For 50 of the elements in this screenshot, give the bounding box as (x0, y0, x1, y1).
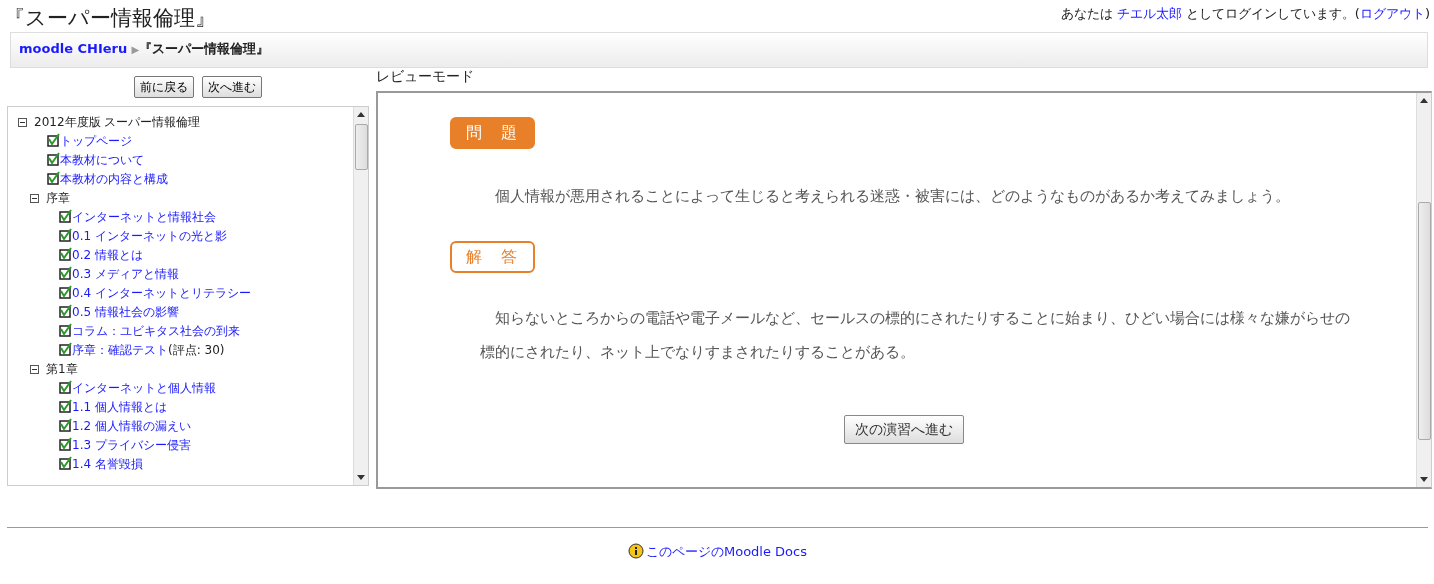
mode-label: レビューモード (376, 67, 475, 86)
login-text: ) (1424, 6, 1430, 21)
page-link[interactable]: 0.2 情報とは (72, 248, 143, 262)
login-text: あなたは (1060, 6, 1114, 21)
section-title: 序章 (46, 191, 70, 205)
collapse-toggle[interactable] (30, 365, 39, 374)
page-link[interactable]: 本教材について (60, 153, 144, 167)
body-text: 知らないところからの電話や電子メールなど、セールスの標的にされたりすることに始まり、ひどい場合には様々な嫌がらせの標的にされたり、ネット上でなりすまされたりすることがある。 (479, 308, 1351, 363)
page-link[interactable]: インターネットと情報社会 (72, 210, 216, 224)
separator-icon: ▶ (131, 44, 140, 55)
collapse-toggle[interactable] (18, 118, 27, 127)
scrollbar[interactable] (1416, 93, 1431, 487)
breadcrumb-current: 『スーパー情報倫理』 (139, 41, 270, 56)
next-button[interactable]: 次の演習へ進む (844, 415, 964, 444)
section-title: 第1章 (46, 362, 78, 376)
section-heading: 解 答 (450, 241, 535, 273)
page-link[interactable]: トップページ (60, 134, 132, 148)
page-link[interactable]: 0.3 メディアと情報 (72, 267, 179, 281)
page-link[interactable]: 0.4 インターネットとリテラシー (72, 286, 251, 300)
page-link[interactable]: 1.2 個人情報の漏えい (72, 419, 191, 433)
grade-text: (評点: 30) (168, 343, 225, 357)
scroll-up-icon[interactable] (1420, 98, 1428, 103)
page-link[interactable]: コラム：ユビキタス社会の到来 (72, 324, 240, 338)
docs-link[interactable]: このページのMoodle Docs (646, 544, 807, 559)
page-title: 『スーパー情報倫理』 (3, 5, 216, 32)
info-icon (628, 543, 644, 559)
body-text: 個人情報が悪用されることによって生じると考えられる迷惑・被害には、どのようなものがあるか考えてみましょう。 (494, 186, 1291, 207)
page-link[interactable]: 0.5 情報社会の影響 (72, 305, 179, 319)
page-link[interactable]: インターネットと個人情報 (72, 381, 216, 395)
page-link[interactable]: 本教材の内容と構成 (60, 172, 168, 186)
page-link[interactable]: 1.1 個人情報とは (72, 400, 167, 414)
section-title: 2012年度版 スーパー情報倫理 (34, 115, 201, 129)
scroll-up-icon[interactable] (357, 112, 365, 117)
breadcrumb-link[interactable]: moodle CHIeru (19, 41, 128, 56)
page-link[interactable]: 1.4 名誉毀損 (72, 457, 143, 471)
scrollbar[interactable] (353, 107, 368, 485)
section-heading: 問 題 (450, 117, 535, 149)
page-link[interactable]: 0.1 インターネットの光と影 (72, 229, 227, 243)
user-link[interactable]: チエル太郎 (1116, 6, 1182, 21)
scroll-down-icon[interactable] (1420, 477, 1428, 482)
nav-button[interactable]: 前に戻る (134, 76, 194, 98)
scroll-thumb[interactable] (1417, 202, 1431, 440)
login-text: としてログインしています。( (1184, 6, 1360, 21)
logout-link[interactable]: ログアウト (1359, 6, 1425, 21)
page-link[interactable]: 1.3 プライバシー侵害 (72, 438, 191, 452)
nav-button[interactable]: 次へ進む (202, 76, 262, 98)
scroll-thumb[interactable] (354, 124, 368, 170)
collapse-toggle[interactable] (30, 194, 39, 203)
scroll-down-icon[interactable] (357, 475, 365, 480)
page-link[interactable]: 序章：確認テスト (72, 343, 168, 357)
